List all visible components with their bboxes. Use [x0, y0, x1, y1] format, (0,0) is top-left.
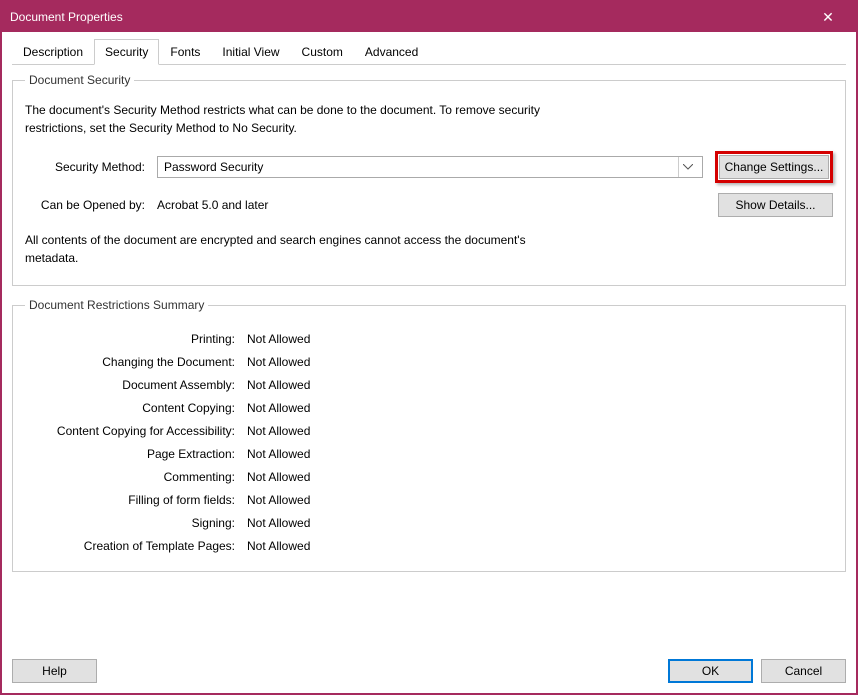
restriction-row: Creation of Template Pages:Not Allowed — [25, 539, 833, 553]
security-method-label: Security Method: — [25, 160, 145, 174]
tab-body: Document Security The document's Securit… — [12, 65, 846, 653]
restriction-row: Signing:Not Allowed — [25, 516, 833, 530]
tab-description[interactable]: Description — [12, 39, 94, 65]
window-title: Document Properties — [10, 10, 808, 24]
close-icon[interactable]: ✕ — [808, 9, 848, 26]
ok-button[interactable]: OK — [668, 659, 753, 683]
tablist: Description Security Fonts Initial View … — [12, 38, 846, 65]
tab-fonts[interactable]: Fonts — [159, 39, 211, 65]
tab-custom[interactable]: Custom — [291, 39, 354, 65]
cancel-button[interactable]: Cancel — [761, 659, 846, 683]
tab-advanced[interactable]: Advanced — [354, 39, 429, 65]
content: Description Security Fonts Initial View … — [2, 32, 856, 693]
restriction-row: Filling of form fields:Not Allowed — [25, 493, 833, 507]
restriction-row: Changing the Document:Not Allowed — [25, 355, 833, 369]
security-method-value: Password Security — [164, 160, 678, 174]
restrictions-legend: Document Restrictions Summary — [25, 298, 208, 312]
chevron-down-icon — [678, 157, 696, 177]
change-settings-highlight: Change Settings... — [715, 151, 833, 183]
compat-value: Acrobat 5.0 and later — [157, 198, 268, 212]
restriction-row: Content Copying for Accessibility:Not Al… — [25, 424, 833, 438]
compat-label: Can be Opened by: — [25, 198, 145, 212]
restriction-row: Document Assembly:Not Allowed — [25, 378, 833, 392]
security-description: The document's Security Method restricts… — [25, 101, 545, 137]
restrictions-list: Printing:Not Allowed Changing the Docume… — [25, 332, 833, 553]
document-security-group: Document Security The document's Securit… — [12, 73, 846, 286]
show-details-button[interactable]: Show Details... — [718, 193, 833, 217]
encryption-note: All contents of the document are encrypt… — [25, 231, 545, 267]
document-security-legend: Document Security — [25, 73, 134, 87]
help-button[interactable]: Help — [12, 659, 97, 683]
titlebar: Document Properties ✕ — [2, 2, 856, 32]
tab-security[interactable]: Security — [94, 39, 159, 65]
footer: Help OK Cancel — [12, 653, 846, 683]
restriction-row: Page Extraction:Not Allowed — [25, 447, 833, 461]
restriction-row: Printing:Not Allowed — [25, 332, 833, 346]
security-method-dropdown[interactable]: Password Security — [157, 156, 703, 178]
change-settings-button[interactable]: Change Settings... — [719, 155, 829, 179]
restrictions-group: Document Restrictions Summary Printing:N… — [12, 298, 846, 572]
restriction-row: Content Copying:Not Allowed — [25, 401, 833, 415]
tab-initial-view[interactable]: Initial View — [211, 39, 290, 65]
restriction-row: Commenting:Not Allowed — [25, 470, 833, 484]
